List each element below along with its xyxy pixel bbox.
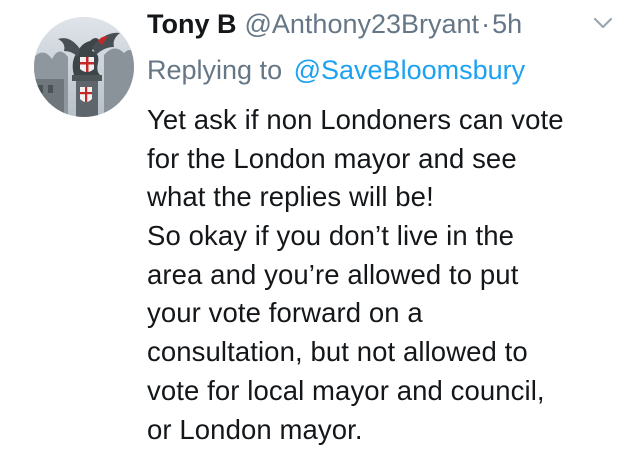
tweet-header: Tony B @Anthony23Bryant · 5h bbox=[147, 4, 627, 44]
tweet[interactable]: Tony B @Anthony23Bryant · 5h Replying to… bbox=[0, 0, 640, 469]
tweet-body-line: consultation, but not allowed to bbox=[147, 336, 528, 368]
tweet-body: Yet ask if non Londoners can vote for th… bbox=[147, 101, 627, 449]
tweet-body-line: vote for local mayor and council, bbox=[147, 374, 545, 406]
replying-to: Replying to @SaveBloomsbury bbox=[147, 50, 627, 90]
tweet-body-line: for the London mayor and see bbox=[147, 142, 517, 174]
dragon-statue-avatar-icon bbox=[34, 17, 134, 117]
tweet-body-line: So okay if you don’t live in the bbox=[147, 220, 515, 252]
separator-dot: · bbox=[481, 9, 491, 39]
avatar[interactable] bbox=[34, 17, 134, 117]
tweet-body-line: or London mayor. bbox=[147, 413, 363, 445]
display-name[interactable]: Tony B bbox=[147, 4, 237, 44]
timestamp[interactable]: 5h bbox=[492, 4, 522, 44]
replying-to-mention-link[interactable]: @SaveBloomsbury bbox=[294, 55, 526, 85]
tweet-content: Tony B @Anthony23Bryant · 5h Replying to… bbox=[147, 4, 627, 449]
chevron-down-icon[interactable] bbox=[593, 16, 613, 30]
tweet-body-line: Yet ask if non Londoners can vote bbox=[147, 104, 564, 135]
user-handle[interactable]: @Anthony23Bryant bbox=[245, 4, 480, 44]
tweet-body-line: your vote forward on a bbox=[147, 297, 423, 329]
tweet-body-line: what the replies will be! bbox=[147, 181, 434, 213]
replying-to-label: Replying to bbox=[147, 55, 283, 85]
tweet-body-line: area and you’re allowed to put bbox=[147, 258, 519, 290]
